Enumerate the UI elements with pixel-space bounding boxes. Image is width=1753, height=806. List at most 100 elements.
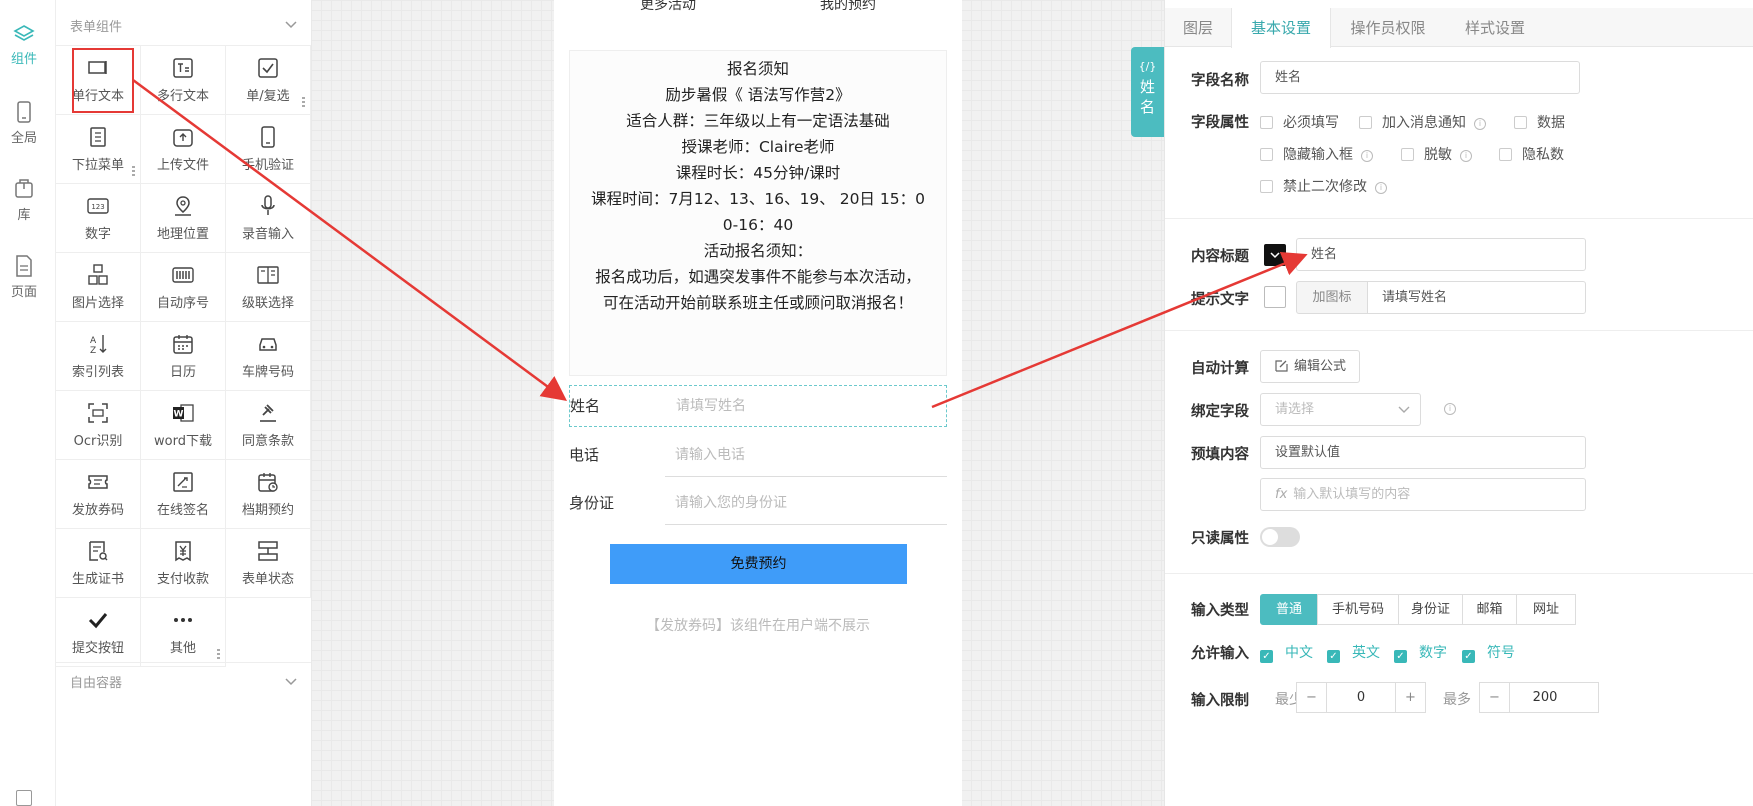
- notice-line: 0-16：40: [722, 216, 794, 234]
- allow-number-checkbox[interactable]: ✓ 数字: [1394, 642, 1447, 663]
- tab-operator-permissions[interactable]: 操作员权限: [1331, 8, 1445, 47]
- component-more[interactable]: 其他: [141, 598, 226, 667]
- id-input[interactable]: 请输入您的身份证: [665, 481, 947, 525]
- component-dropdown[interactable]: 下拉菜单: [56, 115, 141, 184]
- svg-text:A: A: [90, 336, 97, 346]
- prefill-select[interactable]: 设置默认值: [1260, 436, 1586, 469]
- component-gavel[interactable]: 同意条款: [226, 391, 311, 460]
- prefill-formula-input[interactable]: fx 输入默认填写的内容: [1260, 478, 1586, 511]
- component-certificate[interactable]: 生成证书: [56, 529, 141, 598]
- component-checkmark[interactable]: 提交按钮: [56, 598, 141, 667]
- multi-line-text-icon: [173, 58, 193, 78]
- component-car[interactable]: 车牌号码: [226, 322, 311, 391]
- input-type-normal[interactable]: 普通: [1260, 594, 1318, 625]
- component-cascade[interactable]: 级联选择: [226, 253, 311, 322]
- min-value[interactable]: 0: [1327, 683, 1395, 712]
- hint-text-input[interactable]: 请填写姓名: [1367, 281, 1586, 314]
- component-checkbox[interactable]: 单/复选: [226, 46, 311, 115]
- input-type-url[interactable]: 网址: [1516, 594, 1576, 625]
- more-activities-link[interactable]: 更多活动: [640, 0, 696, 14]
- rail-item-library[interactable]: 库: [0, 178, 48, 223]
- field-attr-label: 字段属性: [1191, 115, 1249, 131]
- car-icon: [259, 338, 277, 351]
- component-signature[interactable]: 在线签名: [141, 460, 226, 529]
- submit-button[interactable]: 免费预约: [610, 544, 907, 584]
- hide-input-checkbox[interactable]: 隐藏输入框 i: [1260, 144, 1373, 164]
- component-label: 日历: [169, 365, 196, 380]
- rail-item-pages[interactable]: 页面: [0, 255, 48, 300]
- component-multi-line-text[interactable]: 多行文本: [141, 46, 226, 115]
- readonly-toggle[interactable]: [1260, 527, 1300, 547]
- field-name-input[interactable]: 姓名: [1260, 61, 1580, 94]
- component-ocr-scan[interactable]: Ocr识别: [56, 391, 141, 460]
- color-picker-light[interactable]: [1264, 286, 1286, 308]
- my-booking-link[interactable]: 我的预约: [820, 0, 876, 14]
- component-microphone[interactable]: 录音输入: [226, 184, 311, 253]
- tab-style-settings[interactable]: 样式设置: [1445, 8, 1545, 47]
- color-picker-dark[interactable]: [1264, 244, 1286, 266]
- cascade-icon: [257, 266, 279, 284]
- bind-field-select[interactable]: 请选择: [1260, 393, 1421, 426]
- component-payment[interactable]: 支付收款: [141, 529, 226, 598]
- privacy-checkbox[interactable]: 隐私数: [1499, 144, 1564, 164]
- component-label: 自动序号: [156, 296, 209, 311]
- collapse-icon[interactable]: [16, 790, 32, 806]
- decrement-button[interactable]: −: [1480, 683, 1510, 712]
- notice-line: 课程时长：45分钟/课时: [675, 164, 841, 182]
- notice-line: 可在活动开始前联系班主任或顾问取消报名！: [602, 294, 913, 312]
- component-image-select[interactable]: 图片选择: [56, 253, 141, 322]
- coupon-icon: [88, 475, 108, 489]
- max-stepper[interactable]: − 200: [1479, 682, 1599, 713]
- tab-layers[interactable]: 图层: [1165, 8, 1231, 47]
- required-checkbox[interactable]: 必须填写: [1260, 112, 1339, 132]
- component-schedule[interactable]: 档期预约: [226, 460, 311, 529]
- desensitize-checkbox[interactable]: 脱敏 i: [1401, 144, 1472, 164]
- input-type-mobile[interactable]: 手机号码: [1317, 594, 1399, 625]
- component-coupon[interactable]: 发放券码: [56, 460, 141, 529]
- component-calendar[interactable]: 日历: [141, 322, 226, 391]
- component-form-status[interactable]: 表单状态: [226, 529, 311, 598]
- component-single-line-text[interactable]: 单行文本: [56, 46, 141, 115]
- min-stepper[interactable]: − 0 +: [1296, 682, 1426, 713]
- component-word[interactable]: Wword下载: [141, 391, 226, 460]
- free-container-header[interactable]: 自由容器: [56, 662, 311, 700]
- name-field-row[interactable]: 姓名 请填写姓名: [569, 385, 947, 427]
- component-upload[interactable]: 上传文件: [141, 115, 226, 184]
- rail-item-components[interactable]: 组件: [0, 24, 48, 67]
- component-barcode[interactable]: 自动序号: [141, 253, 226, 322]
- prefill-label: 预填内容: [1191, 447, 1249, 463]
- option-label: 加入消息通知: [1382, 115, 1466, 131]
- max-value[interactable]: 200: [1510, 683, 1580, 712]
- data-checkbox[interactable]: 数据: [1514, 112, 1565, 132]
- drag-handle-icon[interactable]: [217, 649, 220, 660]
- increment-button[interactable]: +: [1395, 683, 1425, 712]
- allow-symbol-checkbox[interactable]: ✓ 符号: [1462, 642, 1515, 663]
- decrement-button[interactable]: −: [1297, 683, 1327, 712]
- drag-handle-icon[interactable]: [132, 166, 135, 177]
- no-second-edit-checkbox[interactable]: 禁止二次修改 i: [1260, 176, 1387, 196]
- allow-english-checkbox[interactable]: ✓ 英文: [1327, 642, 1380, 663]
- component-location[interactable]: 地理位置: [141, 184, 226, 253]
- allow-chinese-checkbox[interactable]: ✓ 中文: [1260, 642, 1313, 663]
- input-type-idcard[interactable]: 身份证: [1398, 594, 1463, 625]
- info-icon: i: [1444, 403, 1456, 415]
- component-label: 档期预约: [241, 503, 294, 518]
- input-type-email[interactable]: 邮箱: [1462, 594, 1517, 625]
- content-title-input[interactable]: 姓名: [1296, 238, 1586, 271]
- edit-formula-button[interactable]: 编辑公式: [1260, 350, 1360, 383]
- drag-handle-icon[interactable]: [302, 97, 305, 108]
- notice-box[interactable]: 报名须知 励步暑假《 语法写作营2》 适合人群：三年级以上有一定语法基础 授课老…: [569, 50, 947, 376]
- component-number[interactable]: 123 数字: [56, 184, 141, 253]
- tab-basic-settings[interactable]: 基本设置: [1231, 8, 1331, 48]
- add-icon-button[interactable]: 加图标: [1296, 281, 1368, 314]
- rail-item-global[interactable]: 全局: [0, 101, 48, 146]
- component-mobile[interactable]: 手机验证: [226, 115, 311, 184]
- name-input[interactable]: 请填写姓名: [666, 386, 948, 426]
- form-components-header[interactable]: 表单组件: [56, 6, 311, 44]
- phone-input[interactable]: 请输入电话: [665, 433, 947, 477]
- field-side-tab[interactable]: {/} 姓 名: [1131, 47, 1164, 137]
- formula-placeholder: 输入默认填写的内容: [1293, 487, 1411, 502]
- notify-checkbox[interactable]: 加入消息通知 i: [1359, 112, 1486, 132]
- chevron-down-icon: [1270, 252, 1280, 259]
- component-sort-az[interactable]: A Z 索引列表: [56, 322, 141, 391]
